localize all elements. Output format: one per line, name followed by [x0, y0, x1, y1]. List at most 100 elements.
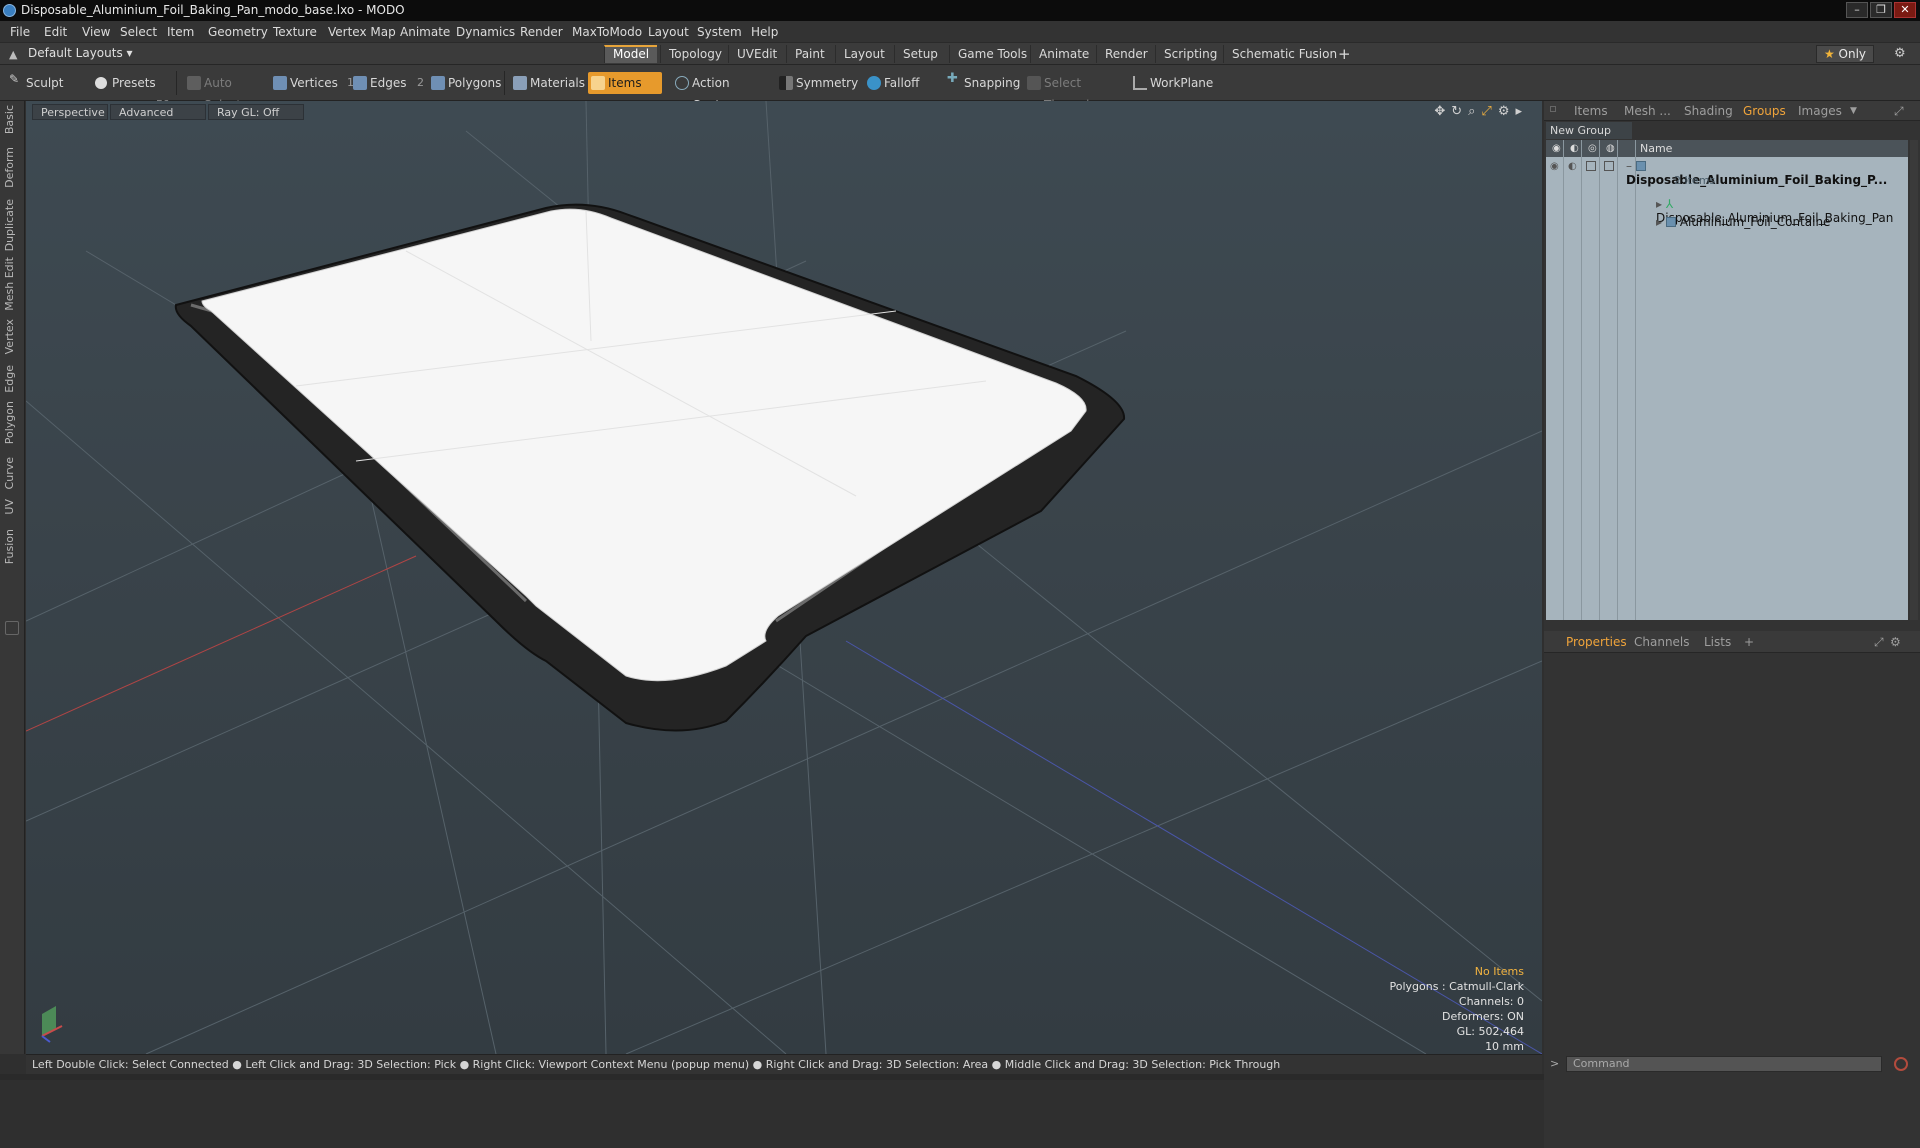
tab-uvedit[interactable]: UVEdit: [728, 45, 785, 63]
tab-deform[interactable]: Deform: [3, 147, 21, 188]
tab-groups[interactable]: Groups: [1743, 104, 1786, 118]
tab-mesh-edit[interactable]: Mesh Edit: [3, 257, 21, 311]
perspective-label: Perspective: [41, 106, 105, 119]
tab-game-tools[interactable]: Game Tools: [949, 45, 1035, 63]
layout-dropdown[interactable]: Default Layouts ▾: [28, 46, 133, 60]
maximize-button[interactable]: ❐: [1870, 2, 1892, 18]
menu-edit[interactable]: Edit: [44, 25, 67, 39]
row-select-checkbox[interactable]: [1604, 161, 1614, 171]
add-panel-tab-button[interactable]: +: [1744, 635, 1754, 649]
menu-dynamics[interactable]: Dynamics: [456, 25, 515, 39]
tab-polygon[interactable]: Polygon: [3, 401, 21, 444]
shading-dropdown[interactable]: Advanced: [110, 104, 206, 120]
rotate-icon[interactable]: ↻: [1451, 104, 1462, 119]
3d-viewport[interactable]: Perspective Advanced Ray GL: Off ✥ ↻ ⌕ ⤢…: [26, 101, 1542, 1054]
tab-basic[interactable]: Basic: [3, 105, 21, 134]
menu-texture[interactable]: Texture: [273, 25, 317, 39]
sculpt-button[interactable]: ✎ Sculpt: [6, 72, 66, 94]
tab-uv[interactable]: UV: [3, 499, 21, 515]
menu-animate[interactable]: Animate: [400, 25, 450, 39]
tab-paint[interactable]: Paint: [786, 45, 833, 63]
groups-scrollbar[interactable]: [1910, 140, 1918, 620]
tabs-dropdown-icon[interactable]: ▼: [1850, 106, 1857, 116]
tab-items[interactable]: Items: [1574, 104, 1608, 118]
items-button[interactable]: Items: [588, 72, 662, 94]
menu-layout[interactable]: Layout: [648, 25, 689, 39]
tab-channels[interactable]: Channels: [1634, 635, 1690, 649]
menu-render[interactable]: Render: [520, 25, 563, 39]
tab-layout[interactable]: Layout: [835, 45, 893, 63]
left-tool-tabs: Basic Deform Duplicate Mesh Edit Vertex …: [0, 101, 25, 1054]
zoom-icon[interactable]: ⌕: [1468, 104, 1475, 119]
raygl-toggle[interactable]: Ray GL: Off: [208, 104, 304, 120]
panel-menu-icon[interactable]: [1550, 106, 1556, 112]
menu-geometry[interactable]: Geometry: [208, 25, 268, 39]
viewport-gear-icon[interactable]: ⚙: [1498, 104, 1510, 119]
new-group-button[interactable]: New Group: [1546, 122, 1632, 139]
perspective-dropdown[interactable]: Perspective: [32, 104, 108, 120]
polygons-button[interactable]: Polygons: [428, 72, 501, 94]
panel-expand-icon[interactable]: ⤢: [1894, 104, 1904, 119]
menu-file[interactable]: File: [10, 25, 30, 39]
tab-scripting[interactable]: Scripting: [1155, 45, 1225, 63]
toolbar-divider: [504, 71, 505, 95]
materials-button[interactable]: Materials: [510, 72, 585, 94]
panel-toggle-icon[interactable]: [5, 621, 19, 635]
tab-mesh[interactable]: Mesh ...: [1624, 104, 1671, 118]
presets-label: Presets: [112, 76, 156, 90]
workplane-button[interactable]: WorkPlane: [1130, 72, 1213, 94]
row-lock-checkbox[interactable]: [1586, 161, 1596, 171]
tab-schematic-fusion[interactable]: Schematic Fusion: [1223, 45, 1345, 63]
properties-gear-icon[interactable]: ⚙: [1890, 635, 1901, 649]
tab-fusion[interactable]: Fusion: [3, 529, 21, 564]
viewport-menu-arrow-icon[interactable]: ▸: [1515, 104, 1522, 119]
auto-select-button[interactable]: Auto Select: [184, 72, 264, 112]
gl-info: GL: 502,464: [1456, 1025, 1524, 1038]
maximize-icon[interactable]: ⤢: [1481, 104, 1491, 119]
tab-topology[interactable]: Topology: [660, 45, 730, 63]
presets-button[interactable]: PresetsF6: [92, 72, 169, 111]
command-input[interactable]: Command: [1566, 1056, 1882, 1072]
menu-help[interactable]: Help: [751, 25, 778, 39]
tab-curve[interactable]: Curve: [3, 457, 21, 489]
close-button[interactable]: ✕: [1894, 2, 1916, 18]
falloff-button[interactable]: Falloff: [864, 72, 930, 94]
tab-setup[interactable]: Setup: [894, 45, 946, 63]
menu-vertex-map[interactable]: Vertex Map: [328, 25, 396, 39]
menu-select[interactable]: Select: [120, 25, 157, 39]
tab-animate[interactable]: Animate: [1030, 45, 1097, 63]
tab-images[interactable]: Images: [1798, 104, 1842, 118]
tab-lists[interactable]: Lists: [1704, 635, 1731, 649]
group-child-item[interactable]: ▸ Aluminium_Foil_Containe: [1656, 215, 1830, 229]
command-history-icon[interactable]: [1894, 1057, 1908, 1071]
row-eye-icon[interactable]: ◉: [1550, 161, 1559, 172]
collapse-arrow-icon[interactable]: ▲: [9, 48, 17, 61]
add-tab-button[interactable]: +: [1330, 45, 1359, 63]
group-icon: [1635, 161, 1646, 171]
row-render-icon[interactable]: ◐: [1568, 161, 1577, 172]
menu-item[interactable]: Item: [167, 25, 194, 39]
tab-edge[interactable]: Edge: [3, 365, 21, 393]
tab-shading[interactable]: Shading: [1684, 104, 1733, 118]
menu-maxtomodo[interactable]: MaxToModo: [572, 25, 642, 39]
properties-expand-icon[interactable]: ⤢: [1874, 635, 1884, 650]
tab-model[interactable]: Model: [604, 45, 658, 63]
select-through-button[interactable]: Select Through: [1024, 72, 1120, 112]
only-button[interactable]: ★ Only: [1816, 45, 1874, 63]
pan-icon[interactable]: ✥: [1434, 104, 1445, 119]
tab-vertex[interactable]: Vertex: [3, 319, 21, 354]
edges-button[interactable]: Edges 2: [350, 72, 424, 94]
menu-view[interactable]: View: [82, 25, 110, 39]
tab-duplicate[interactable]: Duplicate: [3, 199, 21, 251]
tab-properties[interactable]: Properties: [1566, 635, 1627, 649]
menu-system[interactable]: System: [697, 25, 742, 39]
vertices-button[interactable]: Vertices 1: [270, 72, 354, 94]
symmetry-button[interactable]: Symmetry: [776, 72, 858, 94]
action-center-button[interactable]: Action Center: [672, 72, 764, 112]
group-row[interactable]: – Disposable_Aluminium_Foil_Baking_P...: [1626, 159, 1908, 187]
minimize-button[interactable]: –: [1846, 2, 1868, 18]
tab-render[interactable]: Render: [1096, 45, 1156, 63]
locator-icon: ⅄: [1665, 197, 1674, 211]
gear-icon[interactable]: ⚙: [1894, 46, 1906, 61]
snapping-button[interactable]: ✚ Snapping: [944, 72, 1020, 94]
